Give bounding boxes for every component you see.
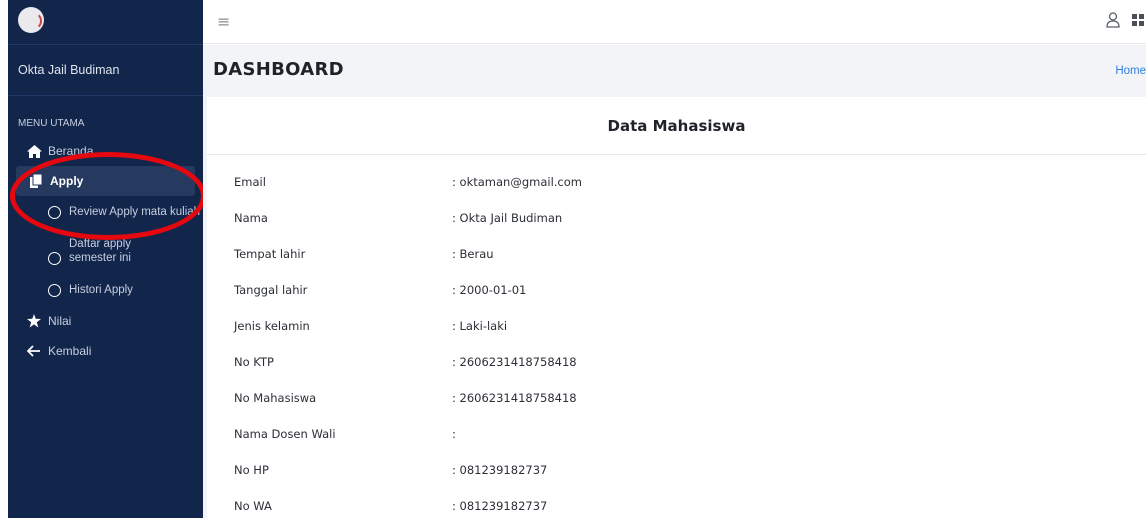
sidebar-subitem-label: semester ini <box>69 252 131 264</box>
star-icon <box>26 313 42 329</box>
field-label: No WA <box>234 499 272 513</box>
field-value: : 2606231418758418 <box>452 391 577 405</box>
page-title: DASHBOARD <box>213 59 344 80</box>
field-value: : oktaman@gmail.com <box>452 175 582 189</box>
field-label: Nama <box>234 211 268 225</box>
sidebar-item-label: Kembali <box>48 344 92 358</box>
field-label: Nama Dosen Wali <box>234 427 336 441</box>
list-item: Tanggal lahir : 2000-01-01 <box>234 283 852 319</box>
circle-icon <box>48 251 61 265</box>
list-item: Tempat lahir : Berau <box>234 247 852 283</box>
field-label: No Mahasiswa <box>234 391 317 405</box>
sidebar-item-kembali[interactable]: Kembali <box>8 336 203 366</box>
sidebar-item-label: Apply <box>50 174 84 188</box>
sidebar-subitem-histori-apply[interactable]: Histori Apply <box>8 274 203 306</box>
user-panel[interactable]: Okta Jail Budiman <box>8 44 203 96</box>
sidebar-item-label: Nilai <box>48 314 72 328</box>
logo-icon <box>18 7 44 33</box>
sidebar-subitem-daftar-apply[interactable]: Daftar apply semester ini <box>8 228 203 274</box>
content-header: DASHBOARD Home <box>203 45 1146 97</box>
apps-grid-icon[interactable] <box>1132 14 1144 26</box>
list-item: No HP : 081239182737 <box>234 463 852 499</box>
sidebar: Okta Jail Budiman MENU UTAMA Beranda App… <box>8 0 203 518</box>
data-mahasiswa-card: Data Mahasiswa Email : oktaman@gmail.com … <box>207 97 1146 518</box>
sidebar-subitem-review-apply[interactable]: Review Apply mata kuliah <box>8 196 203 228</box>
sidebar-subitem-label: Histori Apply <box>69 284 133 296</box>
field-label: Tempat lahir <box>234 247 306 261</box>
breadcrumb-home-link[interactable]: Home <box>1115 65 1146 77</box>
list-item: Jenis kelamin : Laki-laki <box>234 319 852 355</box>
field-value: : 2000-01-01 <box>452 283 527 297</box>
list-item: Nama : Okta Jail Budiman <box>234 211 852 247</box>
list-item: No Mahasiswa : 2606231418758418 <box>234 391 852 427</box>
field-value: : Berau <box>452 247 494 261</box>
list-item: No WA : 081239182737 <box>234 499 852 518</box>
sidebar-subitem-label: Daftar apply <box>69 238 132 250</box>
sidebar-item-nilai[interactable]: Nilai <box>8 306 203 336</box>
copy-icon <box>28 173 44 189</box>
arrow-left-icon <box>26 343 42 359</box>
field-value: : <box>452 427 456 441</box>
top-navbar: ≡ <box>203 0 1146 44</box>
field-label: Jenis kelamin <box>234 319 310 333</box>
user-icon[interactable] <box>1106 12 1120 28</box>
student-data-list: Email : oktaman@gmail.com Nama : Okta Jail… <box>234 175 852 518</box>
sidebar-item-apply[interactable]: Apply <box>16 166 195 196</box>
field-label: Tanggal lahir <box>234 283 308 297</box>
sidebar-item-beranda[interactable]: Beranda <box>8 136 203 166</box>
circle-icon <box>48 283 61 297</box>
field-value: : Okta Jail Budiman <box>452 211 563 225</box>
field-value: : 081239182737 <box>452 463 548 477</box>
field-value: : Laki-laki <box>452 319 508 333</box>
list-item: Email : oktaman@gmail.com <box>234 175 852 211</box>
card-title: Data Mahasiswa <box>607 116 746 135</box>
list-item: Nama Dosen Wali: <box>234 427 852 463</box>
circle-icon <box>48 205 61 219</box>
hamburger-icon[interactable]: ≡ <box>217 12 230 31</box>
sidebar-brand[interactable] <box>8 0 203 40</box>
field-value: : 081239182737 <box>452 499 548 513</box>
menu-header: MENU UTAMA <box>18 118 85 129</box>
field-label: No HP <box>234 463 269 477</box>
home-icon <box>26 143 42 159</box>
field-label: No KTP <box>234 355 274 369</box>
list-item: No KTP : 2606231418758418 <box>234 355 852 391</box>
field-value: : 2606231418758418 <box>452 355 577 369</box>
sidebar-user-name: Okta Jail Budiman <box>18 63 120 77</box>
sidebar-subitem-label: Review Apply mata kuliah <box>69 206 201 218</box>
sidebar-item-label: Beranda <box>48 144 94 158</box>
field-label: Email <box>234 175 266 189</box>
